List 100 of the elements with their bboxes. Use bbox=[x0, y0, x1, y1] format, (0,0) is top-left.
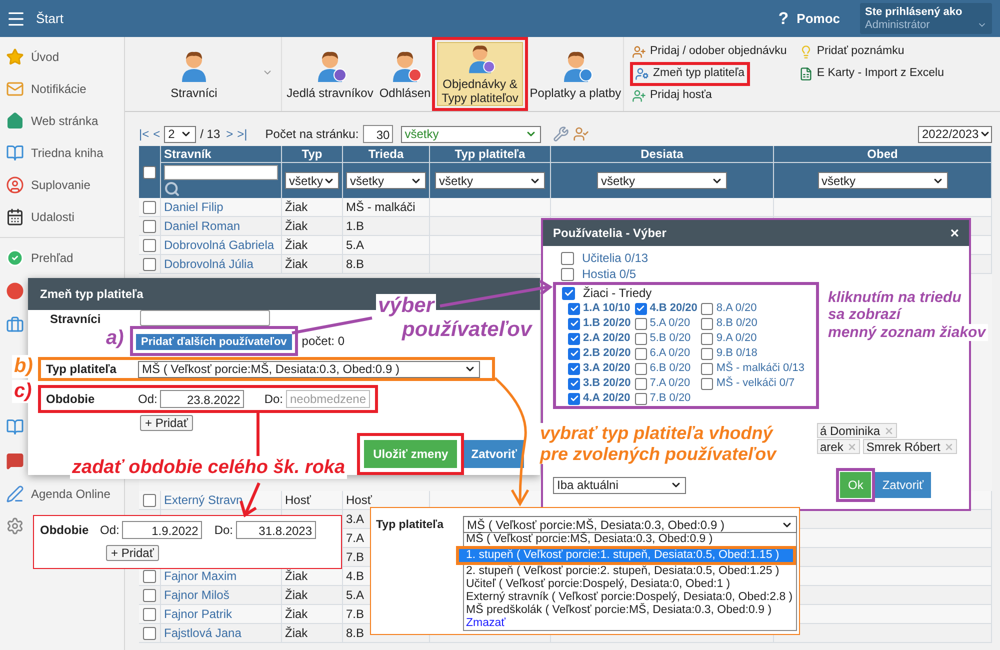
filter-select[interactable]: všetky bbox=[818, 172, 948, 189]
ribbon-tile[interactable]: Odhlásen bbox=[378, 37, 432, 111]
checkbox[interactable] bbox=[143, 570, 156, 582]
add-button[interactable]: + Pridať bbox=[140, 415, 193, 431]
name-link[interactable]: Externý Stravn bbox=[164, 493, 243, 507]
dropdown-option[interactable]: MŠ ( Veľkosť porcie:MŠ, Desiata:0.3, Obed:0.9 ) bbox=[464, 533, 796, 546]
dropdown-option[interactable]: 2. stupeň ( Veľkosť porcie:2. stupeň, Desiata:0.5, Obed:1.25 ) bbox=[464, 565, 796, 578]
ribbon-tile[interactable]: Objednávky & Typy platiteľov bbox=[437, 42, 523, 106]
ribbon-link[interactable]: Pridaj / odober objednávku bbox=[630, 43, 789, 61]
ribbon-link[interactable]: Pridaj hosťa bbox=[630, 87, 714, 105]
class-link[interactable]: 7.A 0/20 bbox=[650, 375, 690, 392]
class-link[interactable]: 9.B 0/18 bbox=[716, 345, 758, 362]
checkbox[interactable] bbox=[143, 626, 156, 640]
delete-link[interactable]: Zmazať bbox=[464, 617, 796, 630]
class-link[interactable]: 5.B 0/20 bbox=[650, 330, 691, 347]
class-link[interactable]: 3.A 20/20 bbox=[583, 360, 630, 377]
class-link[interactable]: 2.A 20/20 bbox=[583, 330, 630, 347]
add-button[interactable]: + Pridať bbox=[106, 545, 159, 561]
help-icon[interactable]: ? bbox=[778, 6, 789, 32]
ribbon-link[interactable]: Pridať poznámku bbox=[796, 43, 906, 61]
close-button[interactable]: Zatvoriť bbox=[464, 440, 524, 468]
checkbox[interactable] bbox=[143, 588, 156, 602]
class-link[interactable]: 2.B 20/20 bbox=[583, 345, 631, 362]
filter-select[interactable]: všetky bbox=[435, 172, 545, 189]
filter-select[interactable]: všetky bbox=[346, 172, 426, 189]
group-link[interactable]: Hostia 0/5 bbox=[582, 265, 636, 283]
checkbox[interactable] bbox=[568, 332, 580, 344]
input-field[interactable] bbox=[140, 310, 270, 326]
per-page-field[interactable]: 30 bbox=[362, 125, 393, 143]
class-link[interactable]: 6.A 0/20 bbox=[650, 345, 690, 362]
checkbox[interactable] bbox=[561, 252, 574, 264]
dropdown-option[interactable]: 1. stupeň ( Veľkosť porcie:1. stupeň, Desiata:0.5, Obed:1.15 ) bbox=[456, 546, 796, 565]
payer-select[interactable]: MŠ ( Veľkosť porcie:MŠ, Desiata:0.3, Obed:0.9 ) bbox=[138, 360, 480, 378]
next-page-link[interactable]: > bbox=[226, 125, 234, 143]
previous-page-link[interactable]: < bbox=[153, 125, 160, 143]
date-field[interactable]: 23.8.2022 bbox=[160, 390, 244, 408]
checkbox[interactable] bbox=[568, 348, 580, 360]
checkbox[interactable] bbox=[701, 318, 714, 330]
class-link[interactable]: MŠ - velkáči 0/7 bbox=[716, 375, 795, 392]
checkbox[interactable] bbox=[701, 348, 714, 360]
page-select[interactable]: 2 bbox=[164, 126, 196, 142]
date-field[interactable]: neobmedzene bbox=[286, 390, 370, 408]
name-link[interactable]: Daniel Filip bbox=[164, 200, 224, 214]
checkbox[interactable] bbox=[568, 302, 580, 314]
name-link[interactable]: Daniel Roman bbox=[164, 219, 240, 233]
sidebar-item[interactable]: Triedna kniha bbox=[0, 137, 124, 169]
sidebar-item[interactable]: Suplovanie bbox=[0, 169, 124, 201]
class-link[interactable]: 9.A 0/20 bbox=[716, 330, 757, 347]
name-link[interactable]: Dobrovolná Gabriela bbox=[164, 238, 274, 252]
ribbon-link[interactable]: E Karty - Import z Excelu bbox=[796, 65, 946, 83]
class-link[interactable]: 3.B 20/20 bbox=[583, 375, 631, 392]
checkbox[interactable] bbox=[568, 378, 580, 390]
checkbox[interactable] bbox=[568, 318, 580, 330]
ribbon-link[interactable]: Zmeň typ platiteľa bbox=[630, 62, 750, 86]
checkbox[interactable] bbox=[143, 200, 156, 214]
dropdown-option[interactable]: MŠ predškolák ( Veľkosť porcie:MŠ, Desiata:0.3, Obed:0.9 ) bbox=[464, 604, 796, 617]
filter-select[interactable]: Iba aktuálni bbox=[553, 476, 686, 494]
sidebar-item[interactable]: Úvod bbox=[0, 41, 124, 73]
checkbox[interactable] bbox=[634, 392, 647, 404]
year-select[interactable]: 2022/2023 bbox=[918, 126, 992, 142]
last-page-link[interactable]: >| bbox=[237, 125, 248, 143]
help-link[interactable]: Pomoc bbox=[796, 8, 840, 28]
add-users-button[interactable]: Pridať ďalších používateľov bbox=[136, 334, 292, 350]
sidebar-item[interactable]: Notifikácie bbox=[0, 73, 124, 105]
checkbox[interactable] bbox=[701, 302, 714, 314]
tools-icon[interactable] bbox=[552, 126, 569, 142]
sidebar-item[interactable]: Prehľad bbox=[0, 242, 124, 274]
ribbon-tile[interactable]: Jedlá stravníkov bbox=[282, 37, 378, 111]
sidebar-item[interactable]: Udalosti bbox=[0, 201, 124, 233]
checkbox[interactable] bbox=[701, 332, 714, 344]
dropdown-option[interactable]: Učiteľ ( Veľkosť porcie:Dospelý, Desiata:0, Obed:1 ) bbox=[464, 578, 796, 591]
name-link[interactable]: Fajnor Maxim bbox=[164, 569, 237, 583]
class-link[interactable]: MŠ - malkáči 0/13 bbox=[716, 360, 804, 377]
group-label[interactable]: Žiaci - Triedy bbox=[583, 284, 652, 302]
class-link[interactable]: 1.B 20/20 bbox=[583, 315, 631, 332]
sidebar-item[interactable]: Agenda Online bbox=[0, 478, 124, 510]
user-menu[interactable]: Ste prihlásený ako Administrátor bbox=[860, 3, 992, 34]
checkbox[interactable] bbox=[143, 494, 156, 506]
checkbox[interactable] bbox=[634, 378, 647, 390]
class-link[interactable]: 1.A 10/10 bbox=[583, 300, 630, 317]
checkbox[interactable] bbox=[701, 362, 714, 374]
date-field[interactable]: 31.8.2023 bbox=[236, 521, 316, 539]
date-field[interactable]: 1.9.2022 bbox=[122, 521, 202, 539]
payer-select[interactable]: MŠ ( Veľkosť porcie:MŠ, Desiata:0.3, Obed:0.9 ) bbox=[463, 516, 797, 533]
class-link[interactable]: 7.B 0/20 bbox=[650, 390, 691, 407]
group-link[interactable]: Učitelia 0/13 bbox=[582, 249, 648, 267]
checkbox[interactable] bbox=[143, 608, 156, 620]
checkbox[interactable] bbox=[568, 362, 580, 374]
name-link[interactable]: Fajnor Patrik bbox=[164, 607, 232, 621]
checkbox[interactable] bbox=[634, 318, 647, 330]
filter-select[interactable]: všetky bbox=[597, 172, 727, 189]
checkbox[interactable] bbox=[143, 238, 156, 252]
filter-select[interactable]: všetky bbox=[285, 172, 340, 189]
checkbox[interactable] bbox=[634, 332, 647, 344]
sidebar-item[interactable]: Web stránka bbox=[0, 105, 124, 137]
user-icon[interactable] bbox=[572, 126, 589, 142]
close-button[interactable]: Zatvoriť bbox=[875, 472, 931, 498]
checkbox[interactable] bbox=[143, 220, 156, 232]
checkbox[interactable] bbox=[143, 166, 156, 178]
class-link[interactable]: 8.A 0/20 bbox=[716, 300, 757, 317]
